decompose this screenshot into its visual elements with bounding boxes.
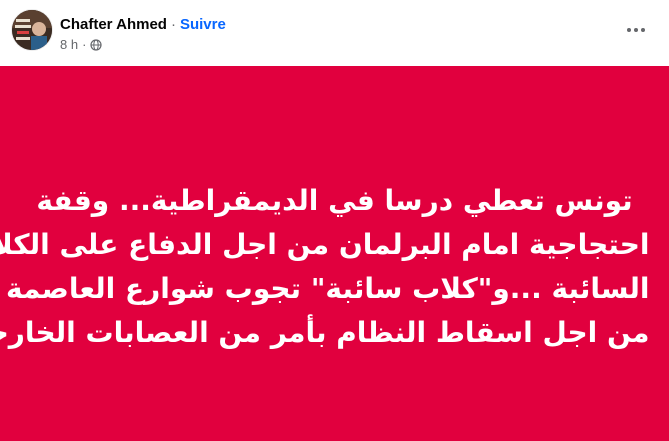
more-options-button[interactable] [622, 16, 650, 44]
post-text: تونس تعطي درسا في الديمقراطية... وقفة اح… [0, 179, 650, 355]
post-meta: 8 h · [60, 37, 103, 53]
post-text-line: احتجاجية امام البرلمان من اجل الدفاع على… [0, 227, 650, 261]
follow-button[interactable]: Suivre [180, 15, 226, 35]
globe-icon[interactable] [90, 39, 103, 51]
facebook-post: Chafter Ahmed · Suivre 8 h · تونس تعطي د… [0, 0, 669, 441]
post-text-line: من اجل اسقاط النظام بأمر من العصابات الخ… [0, 315, 650, 349]
post-text-line: تونس تعطي درسا في الديمقراطية... وقفة [36, 183, 633, 217]
more-options-icon [627, 28, 645, 32]
text-post-card: تونس تعطي درسا في الديمقراطية... وقفة اح… [0, 66, 669, 441]
author-separator: · [170, 16, 176, 33]
avatar[interactable] [12, 10, 52, 50]
meta-separator: · [82, 37, 87, 52]
post-text-line: السائبة ...و"كلاب سائبة" تجوب شوارع العا… [6, 271, 650, 305]
post-header: Chafter Ahmed · Suivre 8 h · [0, 0, 669, 66]
author-line: Chafter Ahmed · Suivre [60, 15, 226, 35]
author-name[interactable]: Chafter Ahmed [60, 15, 167, 35]
post-timestamp[interactable]: 8 h [60, 37, 78, 53]
avatar-image [12, 10, 52, 50]
